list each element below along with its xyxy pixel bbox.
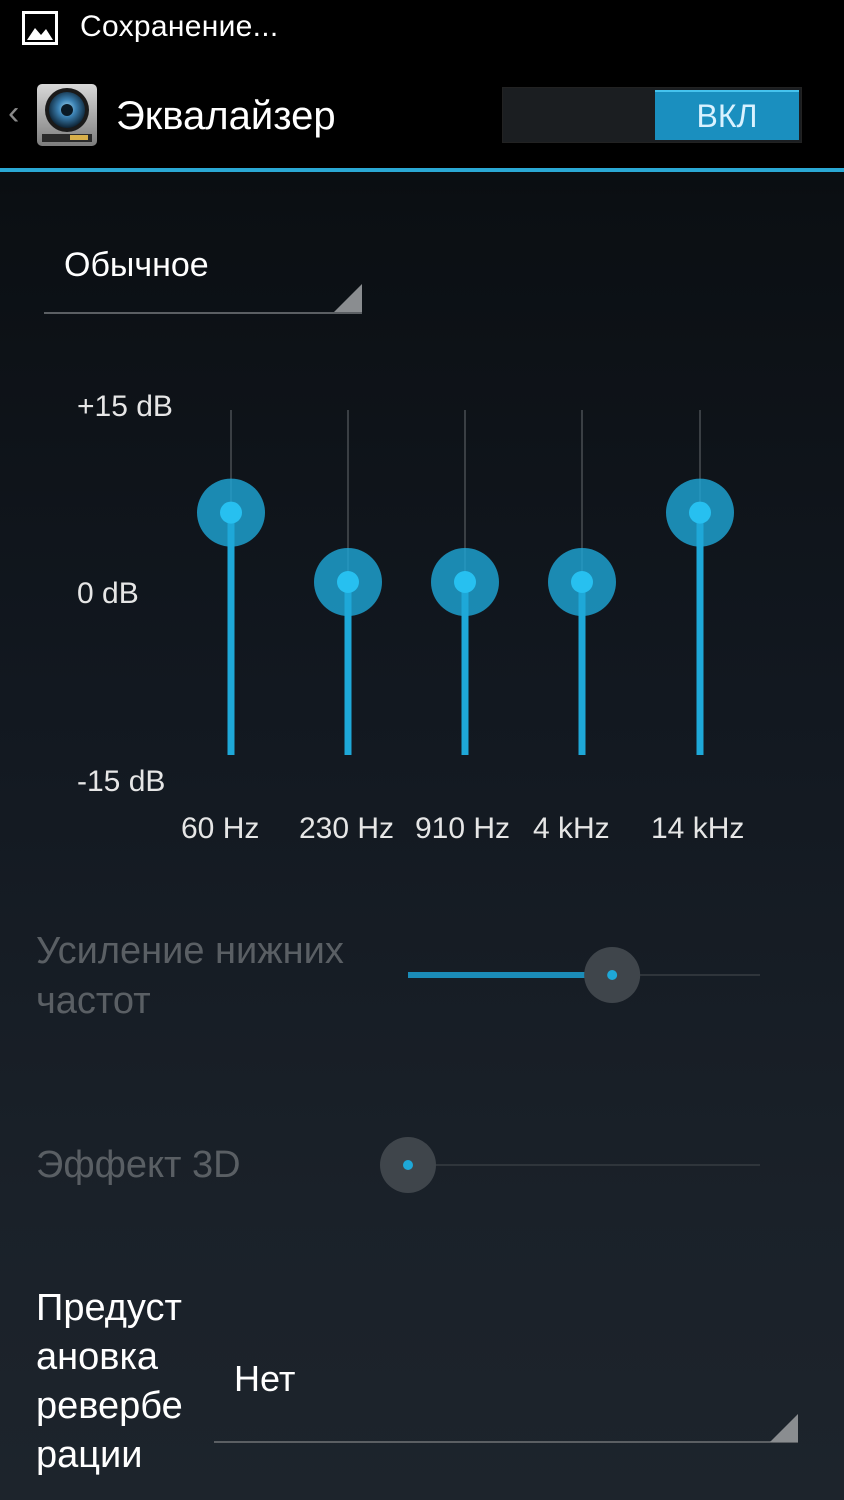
reverb-label: Предуст ановка ревербе рации	[36, 1287, 183, 1476]
image-icon	[22, 11, 58, 45]
bass-boost-thumb-dot	[607, 970, 618, 980]
toggle-label[interactable]: ВКЛ	[655, 90, 799, 140]
band-thumb-dot	[689, 501, 711, 524]
spinner-corner-icon[interactable]	[770, 1414, 798, 1442]
bass-boost-slider[interactable]	[400, 935, 770, 1015]
virtualizer-thumb-dot	[403, 1160, 413, 1170]
band-label: 230 Hz	[299, 812, 395, 845]
action-bar-divider	[0, 168, 844, 172]
band-label: 60 Hz	[181, 812, 260, 845]
preset-spinner-underline	[44, 312, 362, 314]
band-thumb-dot	[337, 571, 359, 593]
band-label: 4 kHz	[533, 812, 610, 845]
virtualizer-slider[interactable]	[370, 1125, 770, 1205]
band-label: 910 Hz	[415, 812, 511, 845]
preset-spinner[interactable]: Обычное	[64, 246, 209, 285]
bass-boost-label: Усиление нижних частот	[36, 930, 344, 1022]
status-notification-text: Сохранение...	[80, 10, 279, 43]
chevron-left-icon[interactable]: ‹	[8, 96, 19, 130]
band-thumb-dot	[220, 501, 242, 524]
speaker-icon[interactable]	[34, 82, 100, 148]
spinner-corner-icon[interactable]	[334, 284, 362, 312]
band-thumb-dot	[571, 571, 593, 593]
page-title: Эквалайзер	[116, 94, 336, 138]
band-thumb-dot	[454, 571, 476, 593]
equalizer-bands	[197, 410, 734, 755]
reverb-spinner-underline	[214, 1441, 798, 1443]
band-label: 14 kHz	[651, 812, 745, 845]
reverb-spinner[interactable]: Нет	[234, 1358, 295, 1400]
virtualizer-label: Эффект 3D	[36, 1144, 241, 1186]
